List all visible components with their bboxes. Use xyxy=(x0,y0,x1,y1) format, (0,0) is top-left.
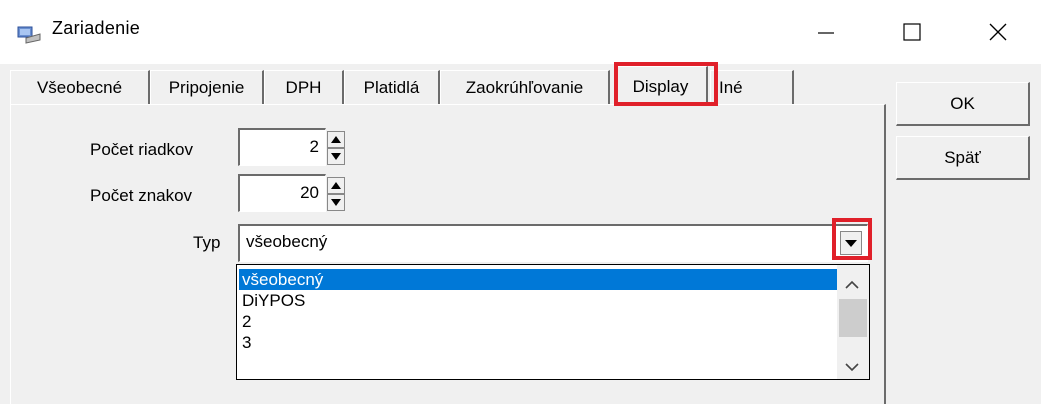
chars-spin-down[interactable] xyxy=(327,194,345,211)
triangle-up-icon xyxy=(331,182,341,189)
chars-label: Počet znakov xyxy=(90,186,193,205)
triangle-down-icon xyxy=(331,199,341,206)
tab-platidla[interactable]: Platidlá xyxy=(344,70,440,104)
scroll-thumb[interactable] xyxy=(839,299,867,337)
type-combobox[interactable]: všeobecný xyxy=(238,224,868,262)
minimize-icon xyxy=(818,32,834,34)
ok-button[interactable]: OK xyxy=(896,82,1030,126)
type-label: Typ xyxy=(193,233,221,252)
list-scrollbar[interactable] xyxy=(837,265,869,379)
scroll-up-icon[interactable] xyxy=(845,275,859,295)
tab-ine[interactable]: Iné xyxy=(710,70,794,104)
display-tab-highlight xyxy=(614,62,718,106)
rows-spin-up[interactable] xyxy=(327,131,345,148)
chars-spin-up[interactable] xyxy=(327,177,345,194)
list-item[interactable]: všeobecný xyxy=(239,269,838,290)
rows-spin-down[interactable] xyxy=(327,148,345,165)
maximize-button[interactable] xyxy=(872,0,952,64)
tab-dph[interactable]: DPH xyxy=(264,70,344,104)
close-icon xyxy=(989,23,1007,41)
window-frame xyxy=(0,64,10,403)
tab-vseobecne[interactable]: Všeobecné xyxy=(10,70,150,104)
rows-label: Počet riadkov xyxy=(90,140,193,159)
back-button[interactable]: Späť xyxy=(896,136,1030,180)
maximize-icon xyxy=(903,23,921,41)
close-button[interactable] xyxy=(958,0,1038,64)
triangle-down-icon xyxy=(331,153,341,160)
tab-pripojenie[interactable]: Pripojenie xyxy=(150,70,264,104)
minimize-button[interactable] xyxy=(786,0,866,64)
scroll-down-icon[interactable] xyxy=(845,357,859,377)
triangle-up-icon xyxy=(331,136,341,143)
list-item[interactable]: 3 xyxy=(239,332,838,354)
window-title: Zariadenie xyxy=(52,18,141,38)
app-icon xyxy=(16,24,42,44)
dropdown-button-highlight xyxy=(832,218,872,260)
chars-input[interactable]: 20 xyxy=(238,174,326,212)
type-combobox-value: všeobecný xyxy=(246,232,328,251)
list-item[interactable]: DiYPOS xyxy=(239,290,838,311)
rows-input[interactable]: 2 xyxy=(238,128,326,166)
type-dropdown-list: všeobecný DiYPOS 2 3 xyxy=(236,264,870,380)
list-item[interactable]: 2 xyxy=(239,311,838,332)
tab-zaokruhlovanie[interactable]: Zaokrúhľovanie xyxy=(440,70,610,104)
